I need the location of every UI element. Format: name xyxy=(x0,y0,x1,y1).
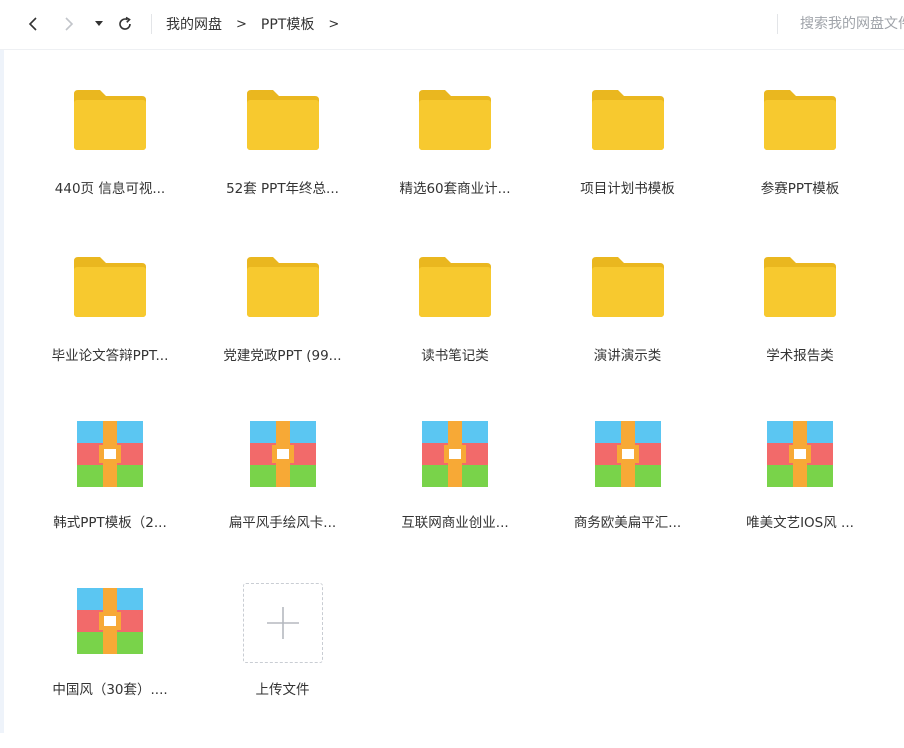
file-name: 党建党政PPT (99... xyxy=(223,348,342,364)
zip-archive-icon xyxy=(72,587,148,655)
folder-icon xyxy=(762,253,838,321)
file-name: 演讲演示类 xyxy=(593,348,662,364)
folder-item[interactable]: 精选60套商业计... xyxy=(369,80,541,247)
file-name: 商务欧美扁平汇... xyxy=(573,515,682,531)
search-divider xyxy=(777,14,778,34)
archive-item[interactable]: 中国风（30套）.... xyxy=(24,581,196,748)
archive-item[interactable]: 商务欧美扁平汇... xyxy=(542,414,714,581)
archive-item[interactable]: 互联网商业创业... xyxy=(369,414,541,581)
file-name: 读书笔记类 xyxy=(421,348,489,364)
file-name: 项目计划书模板 xyxy=(580,181,675,197)
chevron-right-icon xyxy=(65,17,74,31)
refresh-icon xyxy=(119,16,131,30)
zip-archive-icon xyxy=(72,420,148,488)
refresh-button[interactable] xyxy=(114,11,136,37)
folder-item[interactable]: 参赛PPT模板 xyxy=(714,80,886,247)
chevron-left-icon xyxy=(28,17,37,31)
folder-icon xyxy=(590,86,666,154)
caret-down-icon xyxy=(95,21,103,26)
file-name: 唯美文艺IOS风 ... xyxy=(746,515,854,531)
file-name: 互联网商业创业... xyxy=(401,515,509,531)
file-grid: 440页 信息可视... 52套 PPT年终总... 精选60套商业计... 项… xyxy=(24,80,904,748)
folder-item[interactable]: 学术报告类 xyxy=(714,247,886,414)
folder-icon xyxy=(72,86,148,154)
archive-item[interactable]: 韩式PPT模板（2... xyxy=(24,414,196,581)
left-panel-edge xyxy=(0,0,4,733)
file-name: 韩式PPT模板（2... xyxy=(53,515,167,531)
folder-item[interactable]: 440页 信息可视... xyxy=(24,80,196,247)
folder-item[interactable]: 演讲演示类 xyxy=(542,247,714,414)
toolbar-divider xyxy=(151,14,152,34)
file-name: 毕业论文答辩PPT... xyxy=(51,348,169,364)
file-name: 440页 信息可视... xyxy=(54,181,166,197)
plus-icon xyxy=(266,607,299,639)
forward-button[interactable] xyxy=(58,11,80,37)
folder-icon xyxy=(245,253,321,321)
search-input[interactable] xyxy=(786,14,904,34)
file-name: 扁平风手绘风卡... xyxy=(228,515,337,531)
folder-item[interactable]: 党建党政PPT (99... xyxy=(197,247,369,414)
file-name: 学术报告类 xyxy=(766,348,834,364)
folder-icon xyxy=(590,253,666,321)
zip-archive-icon xyxy=(245,420,321,488)
file-name: 参赛PPT模板 xyxy=(760,181,840,197)
history-dropdown-button[interactable] xyxy=(92,11,106,37)
upload-box[interactable] xyxy=(242,583,323,663)
folder-icon xyxy=(417,253,493,321)
breadcrumb-item-root[interactable]: 我的网盘 xyxy=(166,14,222,34)
breadcrumb: 我的网盘 > PPT模板 > xyxy=(166,14,339,34)
folder-item[interactable]: 项目计划书模板 xyxy=(542,80,714,247)
folder-icon xyxy=(762,86,838,154)
file-name: 52套 PPT年终总... xyxy=(226,181,339,197)
file-name: 精选60套商业计... xyxy=(399,181,511,197)
breadcrumb-separator[interactable]: > xyxy=(328,17,339,32)
folder-icon xyxy=(245,86,321,154)
upload-file-tile[interactable]: 上传文件 xyxy=(197,581,369,748)
zip-archive-icon xyxy=(417,420,493,488)
archive-item[interactable]: 扁平风手绘风卡... xyxy=(197,414,369,581)
navigation-toolbar: 我的网盘 > PPT模板 > xyxy=(0,0,904,50)
file-name: 中国风（30套）.... xyxy=(52,682,168,698)
folder-icon xyxy=(72,253,148,321)
zip-archive-icon xyxy=(590,420,666,488)
folder-item[interactable]: 52套 PPT年终总... xyxy=(197,80,369,247)
zip-archive-icon xyxy=(762,420,838,488)
archive-item[interactable]: 唯美文艺IOS风 ... xyxy=(714,414,886,581)
folder-item[interactable]: 读书笔记类 xyxy=(369,247,541,414)
upload-file-label: 上传文件 xyxy=(255,682,310,698)
breadcrumb-separator: > xyxy=(236,16,247,32)
folder-item[interactable]: 毕业论文答辩PPT... xyxy=(24,247,196,414)
folder-icon xyxy=(417,86,493,154)
back-button[interactable] xyxy=(22,11,44,37)
breadcrumb-item-current[interactable]: PPT模板 xyxy=(261,14,314,34)
